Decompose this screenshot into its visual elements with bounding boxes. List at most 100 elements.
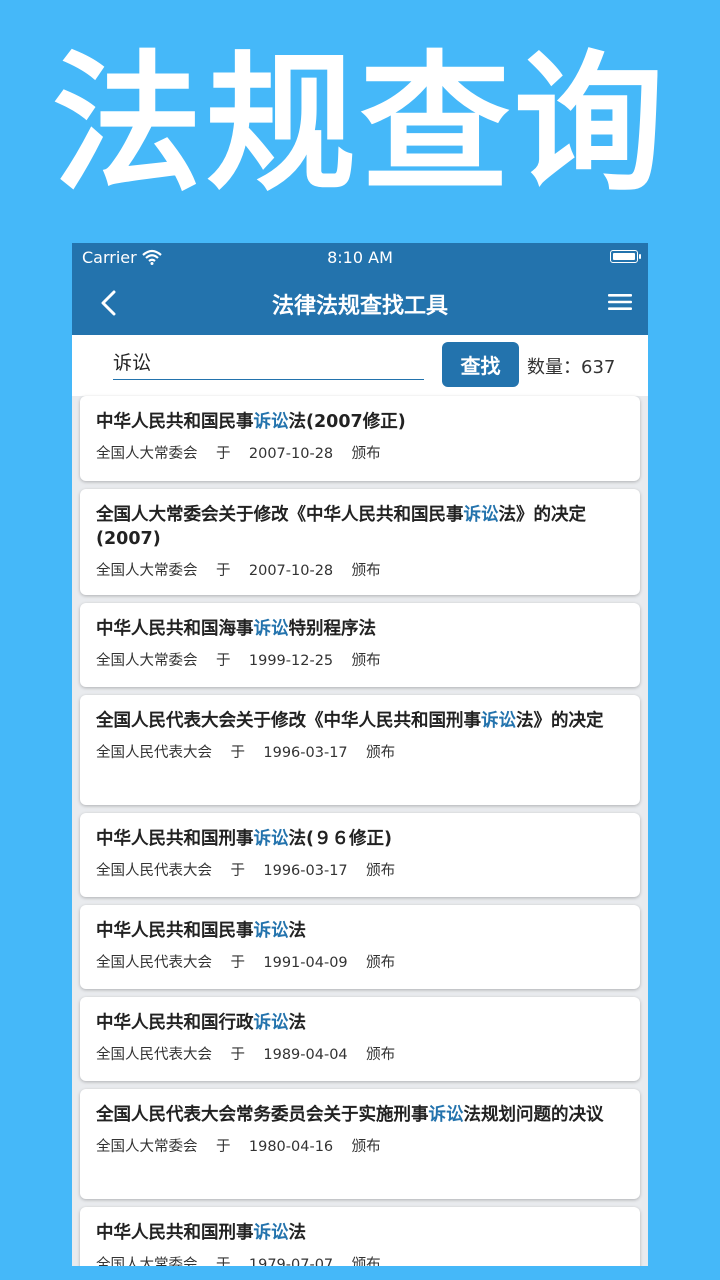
result-title-prefix: 中华人民共和国刑事 [96,829,254,849]
result-card[interactable]: 中华人民共和国海事诉讼特别程序法 全国人大常委会 于 1999-12-25 颁布 [80,603,640,687]
result-title: 全国人大常委会关于修改《中华人民共和国民事诉讼法》的决定(2007) [96,503,624,551]
result-card[interactable]: 中华人民共和国刑事诉讼法全国人大常委会 于 1979-07-07 颁布 [80,1207,640,1266]
result-title-prefix: 中华人民共和国民事 [96,412,254,432]
result-title-suffix: 法 [288,921,307,941]
result-date: 1989-04-04 [263,1047,348,1063]
result-yu: 于 [215,446,231,462]
result-card[interactable]: 全国人民代表大会关于修改《中华人民共和国刑事诉讼法》的决定 全国人民代表大会 于 … [80,695,640,805]
result-card[interactable]: 中华人民共和国民事诉讼法 全国人民代表大会 于 1991-04-09 颁布 [80,905,640,989]
result-action: 颁布 [351,653,381,669]
result-title-suffix: 法(９６修正) [288,829,393,849]
result-yu: 于 [215,1139,231,1155]
result-title-highlight: 诉讼 [253,619,289,639]
phone-screen: Carrier 8:10 AM 法律法规查找工具 查找 数量：637 中华人民共… [72,243,648,1266]
result-yu: 于 [230,955,245,971]
result-meta: 全国人民代表大会 于 1996-03-17 颁布 [96,741,624,762]
result-title-prefix: 中华人民共和国行政 [96,1013,254,1033]
result-count: 数量：637 [527,357,616,378]
result-title-suffix: 法 [288,1013,307,1033]
result-issuer: 全国人民代表大会 [96,1047,212,1063]
nav-bar: 法律法规查找工具 [72,272,648,335]
result-date: 1980-04-16 [248,1139,334,1155]
result-yu: 于 [230,1047,245,1063]
result-meta: 全国人大常委会 于 1999-12-25 颁布 [96,649,624,670]
result-issuer: 全国人民代表大会 [96,863,212,879]
result-issuer: 全国人大常委会 [96,1139,198,1155]
result-date: 2007-10-28 [248,446,334,462]
result-title-prefix: 中华人民共和国刑事 [96,1223,254,1243]
result-yu: 于 [230,745,245,761]
search-button[interactable]: 查找 [442,342,519,387]
result-title: 中华人民共和国行政诉讼法 [96,1011,624,1035]
result-title: 全国人民代表大会关于修改《中华人民共和国刑事诉讼法》的决定 [96,709,624,733]
result-card[interactable]: 中华人民共和国民事诉讼法(2007修正) 全国人大常委会 于 2007-10-28… [80,396,640,481]
result-card[interactable]: 中华人民共和国行政诉讼法 全国人民代表大会 于 1989-04-04 颁布 [80,997,640,1081]
result-date: 1979-07-07 [248,1257,334,1266]
result-title-highlight: 诉讼 [463,505,499,525]
status-time: 8:10 AM [327,248,393,267]
result-issuer: 全国人大常委会 [96,1257,198,1266]
result-title-prefix: 中华人民共和国民事 [96,921,254,941]
result-meta: 全国人民代表大会 于 1989-04-04 颁布 [96,1043,624,1064]
search-bar: 查找 数量：637 [72,335,648,396]
result-title-suffix: 特别程序法 [288,619,377,639]
result-issuer: 全国人大常委会 [96,653,198,669]
result-title-highlight: 诉讼 [481,711,516,731]
result-card[interactable]: 中华人民共和国刑事诉讼法(９６修正) 全国人民代表大会 于 1996-03-17 … [80,813,640,897]
result-yu: 于 [215,1257,231,1266]
result-title-prefix: 全国人民代表大会关于修改《中华人民共和国刑事 [96,711,481,731]
result-title-suffix: 法》的决定 [516,711,604,731]
result-action: 颁布 [351,563,381,579]
result-action: 颁布 [351,446,381,462]
result-meta: 全国人民代表大会 于 1991-04-09 颁布 [96,951,624,972]
result-date: 1999-12-25 [248,653,334,669]
result-meta: 全国人大常委会 于 1980-04-16 颁布 [96,1135,624,1156]
result-meta: 全国人民代表大会 于 1996-03-17 颁布 [96,859,624,880]
result-action: 颁布 [366,955,396,971]
result-title-highlight: 诉讼 [253,1223,289,1243]
result-issuer: 全国人大常委会 [96,563,198,579]
result-date: 1996-03-17 [263,745,348,761]
result-card[interactable]: 全国人大常委会关于修改《中华人民共和国民事诉讼法》的决定(2007) 全国人大常委… [80,489,640,595]
result-title-suffix: 法 [288,1223,307,1243]
result-meta: 全国人大常委会 于 2007-10-28 颁布 [96,442,624,463]
search-input[interactable] [113,343,424,380]
result-title-prefix: 全国人大常委会关于修改《中华人民共和国民事 [96,505,464,525]
result-title: 中华人民共和国民事诉讼法(2007修正) [96,410,624,434]
result-action: 颁布 [366,863,396,879]
result-yu: 于 [215,653,231,669]
result-title-suffix: 法(2007修正) [288,412,406,432]
result-title: 中华人民共和国刑事诉讼法(９６修正) [96,827,624,851]
result-meta: 全国人大常委会 于 2007-10-28 颁布 [96,559,624,580]
result-action: 颁布 [366,1047,396,1063]
result-title-prefix: 中华人民共和国海事 [96,619,254,639]
result-title-suffix: 法规划问题的决议 [463,1105,604,1125]
hero-title: 法规查询 [51,38,668,212]
result-action: 颁布 [351,1257,381,1266]
battery-icon [610,250,641,263]
result-title-prefix: 全国人民代表大会常务委员会关于实施刑事 [96,1105,429,1125]
result-card[interactable]: 全国人民代表大会常务委员会关于实施刑事诉讼法规划问题的决议 全国人大常委会 于 1… [80,1089,640,1199]
result-title: 中华人民共和国海事诉讼特别程序法 [96,617,624,641]
result-yu: 于 [215,563,231,579]
result-issuer: 全国人大常委会 [96,446,198,462]
menu-icon[interactable] [608,292,632,312]
result-date: 1996-03-17 [263,863,348,879]
status-bar: Carrier 8:10 AM [72,243,648,272]
result-title-highlight: 诉讼 [428,1105,464,1125]
result-meta: 全国人大常委会 于 1979-07-07 颁布 [96,1253,624,1266]
nav-title: 法律法规查找工具 [271,294,448,319]
result-issuer: 全国人民代表大会 [96,745,212,761]
result-title: 全国人民代表大会常务委员会关于实施刑事诉讼法规划问题的决议 [96,1103,624,1127]
result-action: 颁布 [351,1139,381,1155]
result-yu: 于 [230,863,245,879]
result-issuer: 全国人民代表大会 [96,955,212,971]
result-title: 中华人民共和国民事诉讼法 [96,919,624,943]
result-title: 中华人民共和国刑事诉讼法 [96,1221,624,1245]
result-action: 颁布 [366,745,396,761]
result-title-highlight: 诉讼 [253,1013,289,1033]
result-title-highlight: 诉讼 [253,829,289,849]
result-date: 1991-04-09 [263,955,348,971]
result-title-highlight: 诉讼 [253,412,289,432]
result-date: 2007-10-28 [248,563,334,579]
